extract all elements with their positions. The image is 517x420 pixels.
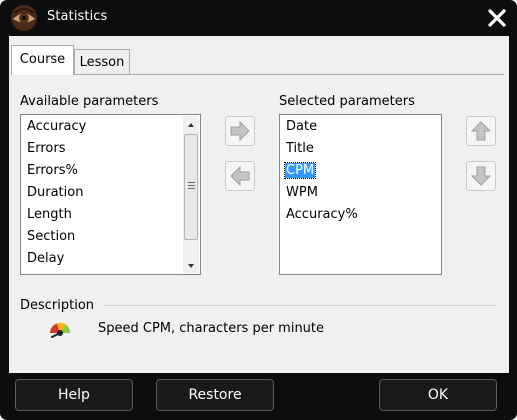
selected-parameters-label: Selected parameters [279,94,415,109]
list-item-accuracy-percent[interactable]: Accuracy% [286,207,358,222]
list-item-cpm[interactable]: CPM [283,162,317,179]
list-item-accuracy[interactable]: Accuracy [27,119,86,134]
description-text: Speed CPM, characters per minute [98,321,325,336]
close-icon[interactable] [485,6,509,30]
speed-gauge-icon [47,319,73,341]
title-bar[interactable]: Statistics [0,0,517,36]
available-parameters-list[interactable]: Accuracy Errors Errors% Duration Length … [20,114,201,275]
available-parameters-label: Available parameters [20,94,159,109]
ok-button[interactable]: OK [379,379,497,411]
list-item-section[interactable]: Section [27,229,75,244]
arrow-up-icon [470,121,492,141]
dialog-body: Course Lesson Available parameters Accur… [9,36,509,373]
description-group-line [103,305,496,306]
arrow-left-icon [230,165,250,187]
tab-divider [11,74,504,75]
list-item-errors-percent[interactable]: Errors% [27,163,78,178]
list-item-delay[interactable]: Delay [27,251,64,266]
arrow-down-icon [470,166,492,186]
remove-parameter-button[interactable] [225,161,255,191]
scrollbar-thumb[interactable] [184,134,198,240]
tab-course[interactable]: Course [11,45,74,75]
list-item-length[interactable]: Length [27,207,72,222]
scroll-down-arrow-icon[interactable] [183,258,199,272]
statistics-window: Statistics Course Lesson Available param… [0,0,517,420]
description-group-label: Description [20,298,95,313]
move-down-button[interactable] [466,161,496,191]
window-title: Statistics [47,9,108,24]
eye-logo-icon [9,4,39,32]
selected-parameters-list[interactable]: Date Title CPM WPM Accuracy% [279,114,442,275]
available-list-scrollbar[interactable] [183,116,199,273]
list-item-errors[interactable]: Errors [27,141,65,156]
list-item-wpm[interactable]: WPM [286,185,318,200]
list-item-date[interactable]: Date [286,119,317,134]
list-item-title[interactable]: Title [286,141,314,156]
button-bar: Help Restore OK [0,373,517,420]
tab-lesson[interactable]: Lesson [74,49,130,75]
move-up-button[interactable] [466,116,496,146]
restore-button[interactable]: Restore [156,379,274,411]
add-parameter-button[interactable] [225,116,255,146]
arrow-right-icon [230,120,250,142]
scroll-up-arrow-icon[interactable] [183,117,199,131]
list-item-duration[interactable]: Duration [27,185,83,200]
help-button[interactable]: Help [15,379,133,411]
